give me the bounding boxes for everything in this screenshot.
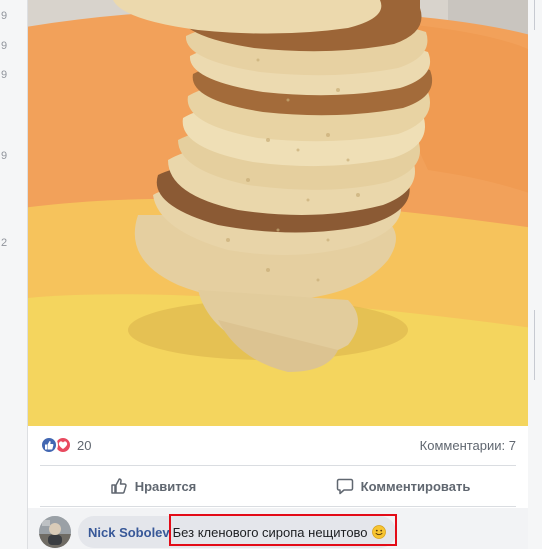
comment-icon [336, 478, 353, 495]
sidebar-number: 9 [1, 150, 8, 162]
comment-button[interactable]: Комментировать [278, 466, 528, 506]
comment-item: Nick Sobolev Без кленового сиропа нещито… [28, 508, 528, 549]
comments-count-link[interactable]: Комментарии: 7 [420, 438, 516, 453]
post-photo[interactable] [28, 0, 528, 426]
sidebar-number: 9 [1, 69, 8, 81]
post-card: 20 Комментарии: 7 Нравится Комментироват… [27, 0, 529, 549]
comment-text: Без кленового сиропа нещитово [172, 524, 368, 540]
post-stats: 20 Комментарии: 7 [28, 426, 528, 464]
right-gutter [528, 0, 542, 549]
left-sidebar-fragment: 9 9 9 9 2 [0, 0, 27, 549]
like-icon [40, 436, 58, 454]
gutter-mark [534, 0, 535, 30]
sidebar-number: 9 [1, 40, 8, 52]
actions-divider [40, 506, 516, 507]
like-button-label: Нравится [134, 478, 197, 494]
sidebar-number: 2 [1, 237, 8, 249]
comment-button-label: Комментировать [360, 478, 471, 494]
gutter-mark [534, 310, 535, 380]
reactions-summary[interactable]: 20 [40, 436, 91, 454]
comment-author-link[interactable]: Nick Sobolev [88, 525, 170, 540]
avatar[interactable] [39, 516, 71, 548]
slightly-smiling-face-icon [371, 525, 386, 539]
comment-bubble: Nick Sobolev Без кленового сиропа нещито… [78, 516, 396, 548]
sidebar-number: 9 [1, 10, 8, 22]
reaction-count: 20 [77, 437, 92, 453]
thumbs-up-icon [110, 478, 127, 494]
like-button[interactable]: Нравится [28, 466, 278, 506]
post-actions: Нравится Комментировать [28, 466, 528, 506]
